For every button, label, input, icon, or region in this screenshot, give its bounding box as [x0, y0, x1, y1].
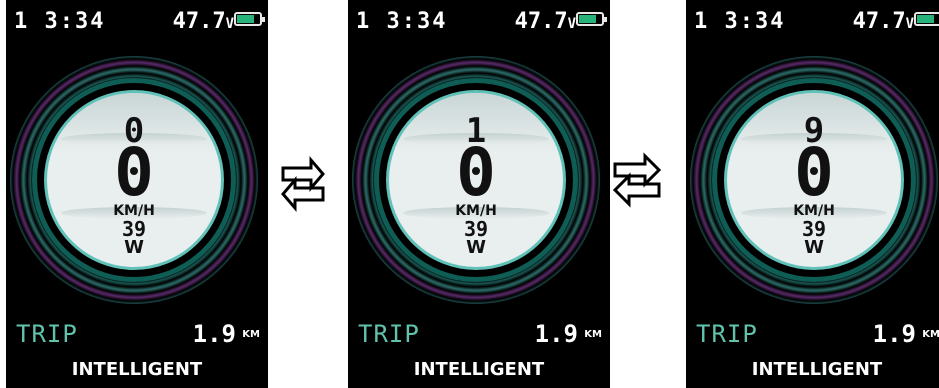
speed-value: 0	[456, 134, 496, 211]
speed-dial: 9 0 KM/H 39 W	[724, 90, 904, 270]
ride-mode: INTELLIGENT	[413, 359, 545, 380]
display-screen-gear-0: 1 3:34 47.7V 0 0 KM/H 39 W TRIP 1.9 KM I…	[6, 0, 268, 388]
trip-label: TRIP	[358, 320, 420, 348]
speed-dial: 1 0 KM/H 39 W	[386, 90, 566, 270]
ride-mode: INTELLIGENT	[71, 359, 203, 380]
trip-value: 1.9	[872, 320, 916, 348]
display-screen-gear-9: 1 3:34 47.7V 9 0 KM/H 39 W TRIP 1.9 KM I…	[686, 0, 939, 388]
swap-arrows-icon	[281, 154, 325, 214]
speed-dial: 0 0 KM/H 39 W	[44, 90, 224, 270]
battery-icon	[914, 12, 939, 26]
battery-icon	[576, 12, 607, 26]
clock: 1 3:34	[694, 9, 786, 34]
battery-voltage: 47.7V	[852, 9, 914, 34]
display-screen-gear-1: 1 3:34 47.7V 1 0 KM/H 39 W TRIP 1.9 KM I…	[348, 0, 610, 388]
trip-value: 1.9	[534, 320, 578, 348]
power-unit: W	[466, 237, 486, 258]
trip-label: TRIP	[696, 320, 758, 348]
trip-value: 1.9	[192, 320, 236, 348]
clock: 1 3:34	[356, 9, 448, 34]
clock: 1 3:34	[14, 9, 106, 34]
speed-value: 0	[114, 134, 154, 211]
speed-value: 0	[794, 134, 834, 211]
trip-label: TRIP	[16, 320, 78, 348]
power-unit: W	[804, 237, 824, 258]
swap-arrows-icon	[612, 150, 662, 210]
trip-unit: KM	[242, 329, 260, 340]
trip-unit: KM	[584, 329, 602, 340]
ride-mode: INTELLIGENT	[751, 359, 883, 380]
power-unit: W	[124, 237, 144, 258]
battery-icon	[234, 12, 265, 26]
trip-unit: KM	[922, 329, 939, 340]
battery-voltage: 47.7V	[514, 9, 576, 34]
battery-voltage: 47.7V	[172, 9, 234, 34]
